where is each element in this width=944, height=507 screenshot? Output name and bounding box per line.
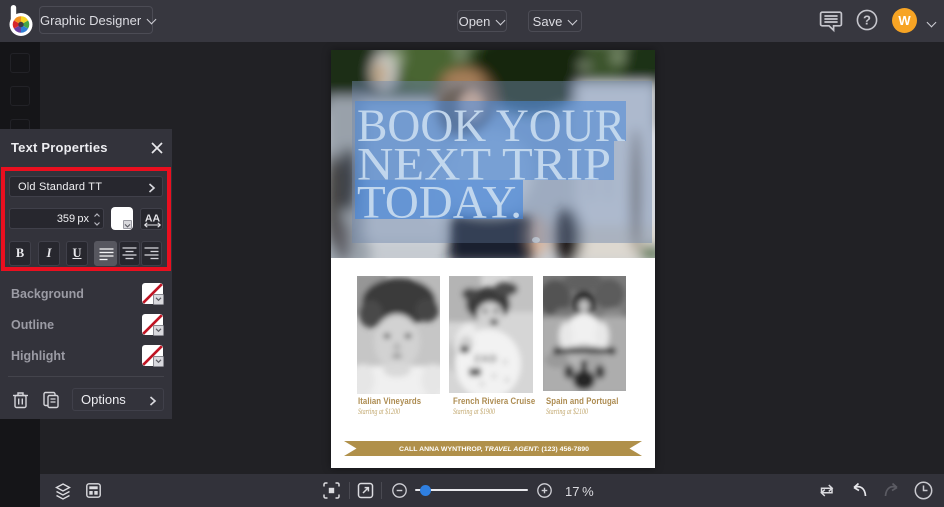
svg-text:?: ?: [863, 13, 871, 28]
svg-text:ZAD: ZAD: [474, 354, 498, 365]
svg-text:CALL ANNA WYNTHROP, TRAVEL AGE: CALL ANNA WYNTHROP, TRAVEL AGENT: (123) …: [399, 446, 589, 453]
svg-text:TODAY.: TODAY.: [357, 177, 522, 229]
